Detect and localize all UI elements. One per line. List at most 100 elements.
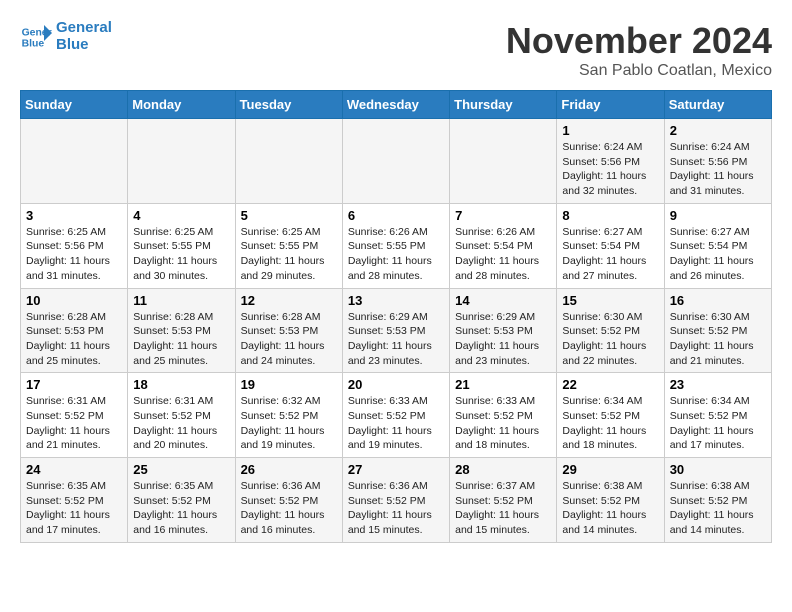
day-info: Sunrise: 6:36 AM Sunset: 5:52 PM Dayligh… bbox=[348, 479, 444, 538]
calendar-cell: 10 Sunrise: 6:28 AM Sunset: 5:53 PM Dayli… bbox=[21, 288, 128, 373]
day-info: Sunrise: 6:29 AM Sunset: 5:53 PM Dayligh… bbox=[348, 310, 444, 369]
location-subtitle: San Pablo Coatlan, Mexico bbox=[506, 62, 772, 80]
month-title: November 2024 bbox=[506, 20, 772, 62]
logo-line1: General bbox=[56, 20, 112, 37]
weekday-header-monday: Monday bbox=[128, 91, 235, 119]
day-number: 28 bbox=[455, 462, 551, 477]
weekday-header-saturday: Saturday bbox=[664, 91, 771, 119]
calendar-cell: 12Sunrise: 6:28 AM Sunset: 5:53 PM Dayli… bbox=[235, 288, 342, 373]
calendar-cell bbox=[342, 119, 449, 204]
calendar-cell: 9 Sunrise: 6:27 AM Sunset: 5:54 PM Daylig… bbox=[664, 203, 771, 288]
day-info: Sunrise: 6:33 AM Sunset: 5:52 PM Dayligh… bbox=[455, 394, 551, 453]
page-header: General Blue General Blue November 2024 … bbox=[20, 20, 772, 80]
day-info: Sunrise: 6:26 AM Sunset: 5:55 PM Dayligh… bbox=[348, 225, 444, 284]
day-info: Sunrise: 6:28 AM Sunset: 5:53 PM Dayligh… bbox=[241, 310, 337, 369]
day-number: 6 bbox=[348, 208, 444, 223]
day-number: 8 bbox=[562, 208, 658, 223]
svg-text:Blue: Blue bbox=[22, 38, 45, 49]
calendar-week-2: 10 Sunrise: 6:28 AM Sunset: 5:53 PM Dayli… bbox=[21, 288, 772, 373]
calendar-week-3: 17 Sunrise: 6:31 AM Sunset: 5:52 PM Dayli… bbox=[21, 373, 772, 458]
calendar-cell: 14 Sunrise: 6:29 AM Sunset: 5:53 PM Dayli… bbox=[450, 288, 557, 373]
day-info: Sunrise: 6:24 AM Sunset: 5:56 PM Dayligh… bbox=[562, 140, 658, 199]
calendar-cell: 8 Sunrise: 6:27 AM Sunset: 5:54 PM Daylig… bbox=[557, 203, 664, 288]
day-info: Sunrise: 6:29 AM Sunset: 5:53 PM Dayligh… bbox=[455, 310, 551, 369]
calendar-cell: 3 Sunrise: 6:25 AM Sunset: 5:56 PM Daylig… bbox=[21, 203, 128, 288]
calendar-table: SundayMondayTuesdayWednesdayThursdayFrid… bbox=[20, 90, 772, 543]
day-info: Sunrise: 6:37 AM Sunset: 5:52 PM Dayligh… bbox=[455, 479, 551, 538]
day-number: 17 bbox=[26, 377, 122, 392]
day-number: 10 bbox=[26, 293, 122, 308]
weekday-header-row: SundayMondayTuesdayWednesdayThursdayFrid… bbox=[21, 91, 772, 119]
day-info: Sunrise: 6:34 AM Sunset: 5:52 PM Dayligh… bbox=[562, 394, 658, 453]
day-number: 3 bbox=[26, 208, 122, 223]
weekday-header-thursday: Thursday bbox=[450, 91, 557, 119]
day-info: Sunrise: 6:36 AM Sunset: 5:52 PM Dayligh… bbox=[241, 479, 337, 538]
calendar-week-0: 1 Sunrise: 6:24 AM Sunset: 5:56 PM Daylig… bbox=[21, 119, 772, 204]
calendar-cell: 26 Sunrise: 6:36 AM Sunset: 5:52 PM Dayli… bbox=[235, 458, 342, 543]
calendar-cell: 30 Sunrise: 6:38 AM Sunset: 5:52 PM Dayli… bbox=[664, 458, 771, 543]
day-number: 18 bbox=[133, 377, 229, 392]
day-number: 27 bbox=[348, 462, 444, 477]
day-info: Sunrise: 6:32 AM Sunset: 5:52 PM Dayligh… bbox=[241, 394, 337, 453]
day-number: 29 bbox=[562, 462, 658, 477]
day-number: 4 bbox=[133, 208, 229, 223]
day-number: 14 bbox=[455, 293, 551, 308]
day-number: 9 bbox=[670, 208, 766, 223]
calendar-cell: 23 Sunrise: 6:34 AM Sunset: 5:52 PM Dayli… bbox=[664, 373, 771, 458]
day-info: Sunrise: 6:30 AM Sunset: 5:52 PM Dayligh… bbox=[562, 310, 658, 369]
day-number: 25 bbox=[133, 462, 229, 477]
calendar-cell: 27 Sunrise: 6:36 AM Sunset: 5:52 PM Dayli… bbox=[342, 458, 449, 543]
day-number: 21 bbox=[455, 377, 551, 392]
calendar-cell: 24 Sunrise: 6:35 AM Sunset: 5:52 PM Dayli… bbox=[21, 458, 128, 543]
day-number: 7 bbox=[455, 208, 551, 223]
calendar-cell: 16Sunrise: 6:30 AM Sunset: 5:52 PM Dayli… bbox=[664, 288, 771, 373]
day-info: Sunrise: 6:35 AM Sunset: 5:52 PM Dayligh… bbox=[26, 479, 122, 538]
day-number: 11 bbox=[133, 293, 229, 308]
day-info: Sunrise: 6:31 AM Sunset: 5:52 PM Dayligh… bbox=[133, 394, 229, 453]
day-number: 1 bbox=[562, 123, 658, 138]
calendar-cell: 2 Sunrise: 6:24 AM Sunset: 5:56 PM Daylig… bbox=[664, 119, 771, 204]
day-info: Sunrise: 6:31 AM Sunset: 5:52 PM Dayligh… bbox=[26, 394, 122, 453]
day-number: 26 bbox=[241, 462, 337, 477]
day-info: Sunrise: 6:25 AM Sunset: 5:55 PM Dayligh… bbox=[241, 225, 337, 284]
calendar-cell: 13 Sunrise: 6:29 AM Sunset: 5:53 PM Dayli… bbox=[342, 288, 449, 373]
day-info: Sunrise: 6:25 AM Sunset: 5:55 PM Dayligh… bbox=[133, 225, 229, 284]
calendar-cell: 22Sunrise: 6:34 AM Sunset: 5:52 PM Dayli… bbox=[557, 373, 664, 458]
day-info: Sunrise: 6:25 AM Sunset: 5:56 PM Dayligh… bbox=[26, 225, 122, 284]
day-info: Sunrise: 6:28 AM Sunset: 5:53 PM Dayligh… bbox=[26, 310, 122, 369]
calendar-cell: 29Sunrise: 6:38 AM Sunset: 5:52 PM Dayli… bbox=[557, 458, 664, 543]
title-block: November 2024 San Pablo Coatlan, Mexico bbox=[506, 20, 772, 80]
day-info: Sunrise: 6:33 AM Sunset: 5:52 PM Dayligh… bbox=[348, 394, 444, 453]
weekday-header-wednesday: Wednesday bbox=[342, 91, 449, 119]
day-info: Sunrise: 6:27 AM Sunset: 5:54 PM Dayligh… bbox=[562, 225, 658, 284]
logo-line2: Blue bbox=[56, 37, 112, 54]
day-info: Sunrise: 6:27 AM Sunset: 5:54 PM Dayligh… bbox=[670, 225, 766, 284]
calendar-cell bbox=[450, 119, 557, 204]
calendar-cell: 21 Sunrise: 6:33 AM Sunset: 5:52 PM Dayli… bbox=[450, 373, 557, 458]
day-info: Sunrise: 6:35 AM Sunset: 5:52 PM Dayligh… bbox=[133, 479, 229, 538]
day-number: 16 bbox=[670, 293, 766, 308]
weekday-header-friday: Friday bbox=[557, 91, 664, 119]
calendar-week-4: 24 Sunrise: 6:35 AM Sunset: 5:52 PM Dayli… bbox=[21, 458, 772, 543]
day-info: Sunrise: 6:38 AM Sunset: 5:52 PM Dayligh… bbox=[670, 479, 766, 538]
day-number: 30 bbox=[670, 462, 766, 477]
day-number: 2 bbox=[670, 123, 766, 138]
day-number: 23 bbox=[670, 377, 766, 392]
calendar-cell: 15 Sunrise: 6:30 AM Sunset: 5:52 PM Dayli… bbox=[557, 288, 664, 373]
day-info: Sunrise: 6:34 AM Sunset: 5:52 PM Dayligh… bbox=[670, 394, 766, 453]
calendar-week-1: 3 Sunrise: 6:25 AM Sunset: 5:56 PM Daylig… bbox=[21, 203, 772, 288]
day-number: 15 bbox=[562, 293, 658, 308]
calendar-cell bbox=[21, 119, 128, 204]
day-number: 19 bbox=[241, 377, 337, 392]
day-info: Sunrise: 6:24 AM Sunset: 5:56 PM Dayligh… bbox=[670, 140, 766, 199]
calendar-cell: 5 Sunrise: 6:25 AM Sunset: 5:55 PM Daylig… bbox=[235, 203, 342, 288]
logo-icon: General Blue bbox=[20, 21, 52, 53]
calendar-cell: 25 Sunrise: 6:35 AM Sunset: 5:52 PM Dayli… bbox=[128, 458, 235, 543]
calendar-cell bbox=[128, 119, 235, 204]
day-number: 24 bbox=[26, 462, 122, 477]
day-number: 13 bbox=[348, 293, 444, 308]
day-info: Sunrise: 6:28 AM Sunset: 5:53 PM Dayligh… bbox=[133, 310, 229, 369]
day-number: 5 bbox=[241, 208, 337, 223]
calendar-cell: 20Sunrise: 6:33 AM Sunset: 5:52 PM Dayli… bbox=[342, 373, 449, 458]
calendar-cell: 6 Sunrise: 6:26 AM Sunset: 5:55 PM Daylig… bbox=[342, 203, 449, 288]
